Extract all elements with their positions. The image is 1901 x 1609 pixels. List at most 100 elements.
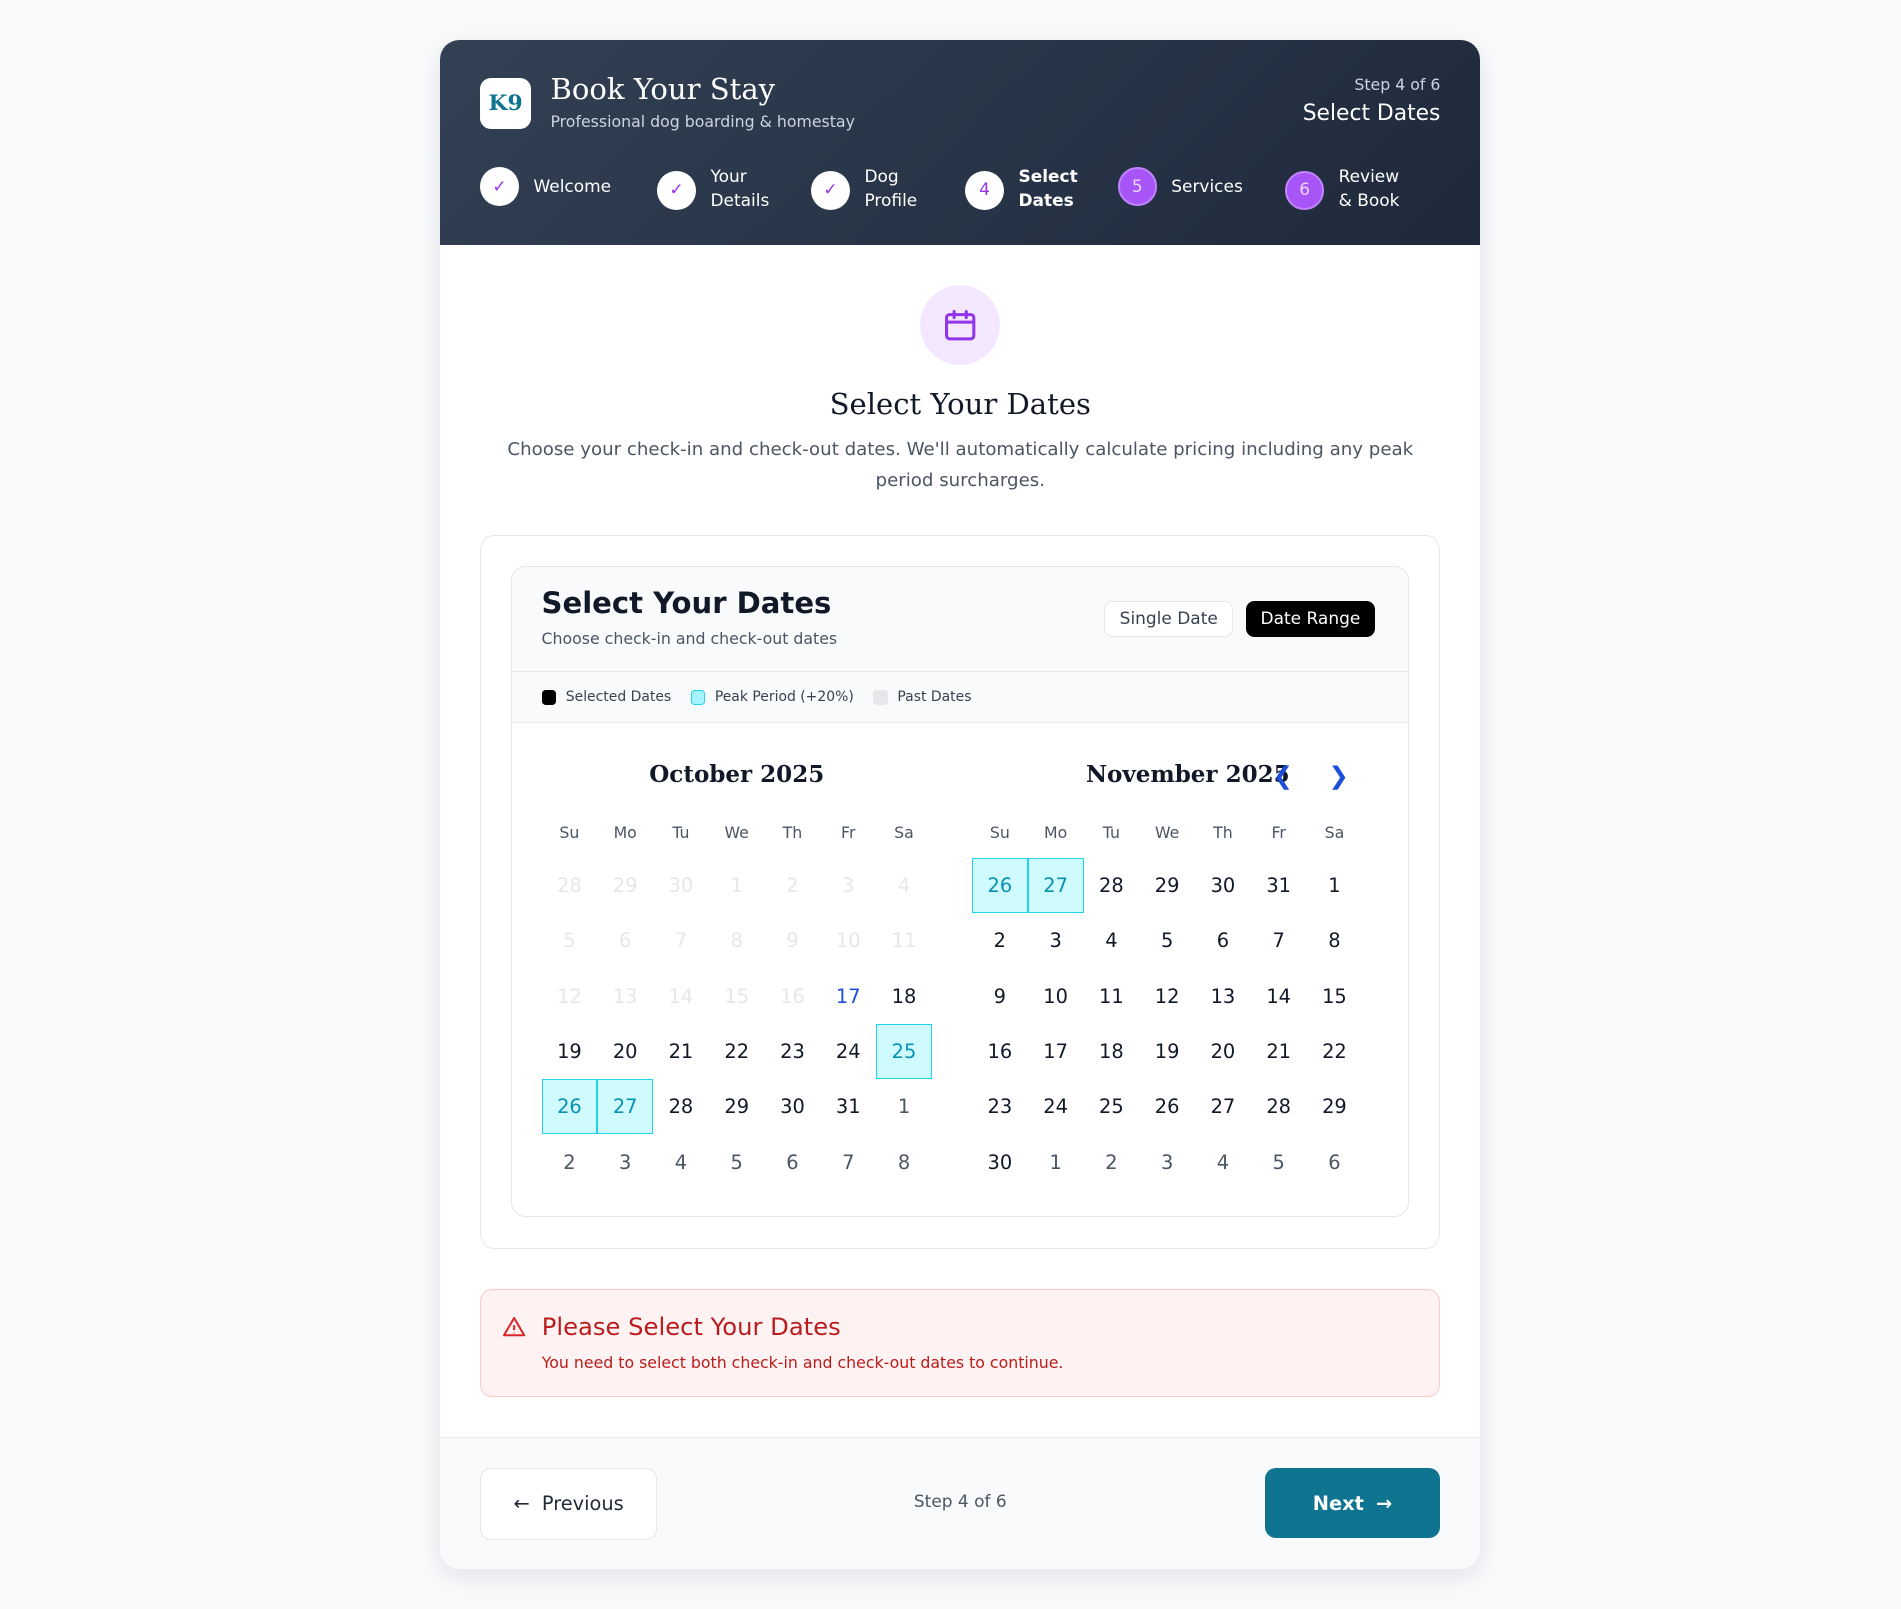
day-cell[interactable]: 24 xyxy=(820,1024,876,1079)
day-cell[interactable]: 11 xyxy=(1084,969,1140,1024)
day-cell[interactable]: 25 xyxy=(1084,1079,1140,1134)
step-name: Select Dates xyxy=(1302,100,1441,126)
picker-subtitle: Choose check-in and check-out dates xyxy=(541,628,838,648)
day-cell[interactable]: 21 xyxy=(1251,1024,1307,1079)
day-cell[interactable]: 26 xyxy=(971,857,1028,914)
chevron-right-icon[interactable]: ❯ xyxy=(1328,761,1348,790)
day-cell[interactable]: 6 xyxy=(1307,1134,1363,1189)
app-title: Book Your Stay xyxy=(550,71,776,106)
day-cell[interactable]: 4 xyxy=(653,1134,709,1189)
day-cell: 2 xyxy=(786,874,799,898)
day-cell[interactable]: 23 xyxy=(765,1024,821,1079)
picker-title: Select Your Dates xyxy=(541,586,832,621)
next-button[interactable]: Next → xyxy=(1264,1468,1441,1539)
weekday-label: Th xyxy=(1213,823,1233,843)
page-title: Select Your Dates xyxy=(829,386,1091,421)
day-cell[interactable]: 12 xyxy=(1139,969,1195,1024)
day-cell[interactable]: 15 xyxy=(1307,969,1363,1024)
day-cell[interactable]: 3 xyxy=(597,1134,653,1189)
day-cell[interactable]: 22 xyxy=(1307,1024,1363,1079)
month-title: October 2025 xyxy=(649,761,825,788)
weekday-label: Tu xyxy=(1102,823,1120,843)
day-cell[interactable]: 4 xyxy=(1195,1134,1251,1189)
stepper: ✓ Welcome ✓ Your Details ✓ Dog Profile 4 Select… xyxy=(480,167,1450,211)
day-cell[interactable]: 17 xyxy=(820,969,876,1024)
logo: K9 xyxy=(480,77,532,129)
day-cell[interactable]: 18 xyxy=(876,969,932,1024)
day-cell[interactable]: 14 xyxy=(1251,969,1307,1024)
day-cell[interactable]: 13 xyxy=(1195,969,1251,1024)
step-label: Review & Book xyxy=(1338,166,1400,212)
day-cell[interactable]: 1 xyxy=(1307,858,1363,913)
day-cell[interactable]: 4 xyxy=(1084,913,1140,968)
day-cell[interactable]: 19 xyxy=(1139,1024,1195,1079)
day-cell[interactable]: 28 xyxy=(1251,1079,1307,1134)
day-cell[interactable]: 17 xyxy=(1028,1024,1084,1079)
day-cell[interactable]: 5 xyxy=(709,1134,765,1189)
day-cell: 10 xyxy=(835,929,861,953)
day-cell[interactable]: 8 xyxy=(1307,913,1363,968)
day-cell: 6 xyxy=(619,929,632,953)
arrow-right-icon: → xyxy=(1376,1491,1393,1515)
day-cell[interactable]: 18 xyxy=(1084,1024,1140,1079)
day-cell[interactable]: 2 xyxy=(542,1134,598,1189)
day-cell[interactable]: 19 xyxy=(542,1024,598,1079)
day-cell[interactable]: 27 xyxy=(1195,1079,1251,1134)
day-cell[interactable]: 20 xyxy=(1195,1024,1251,1079)
date-picker-container: Select Your Dates Choose check-in and ch… xyxy=(480,534,1441,1249)
day-cell[interactable]: 26 xyxy=(541,1079,598,1135)
day-cell[interactable]: 27 xyxy=(597,1079,654,1135)
day-cell[interactable]: 2 xyxy=(1084,1134,1140,1189)
day-cell[interactable]: 1 xyxy=(876,1079,932,1134)
day-cell[interactable]: 29 xyxy=(1139,858,1195,913)
day-cell[interactable]: 27 xyxy=(1027,857,1084,914)
step-dog-profile: ✓ Dog Profile xyxy=(811,165,940,214)
day-cell[interactable]: 9 xyxy=(972,969,1028,1024)
day-cell[interactable]: 3 xyxy=(1139,1134,1195,1189)
day-cell[interactable]: 20 xyxy=(597,1024,653,1079)
day-cell[interactable]: 24 xyxy=(1028,1079,1084,1134)
warning-icon xyxy=(502,1317,525,1337)
day-cell[interactable]: 28 xyxy=(653,1079,709,1134)
day-cell[interactable]: 25 xyxy=(876,1023,932,1080)
page-description: Choose your check-in and check-out dates… xyxy=(507,439,1414,491)
app-subtitle: Professional dog boarding & homestay xyxy=(550,111,855,131)
day-cell[interactable]: 8 xyxy=(876,1134,932,1189)
day-cell[interactable]: 3 xyxy=(1028,913,1084,968)
day-cell[interactable]: 5 xyxy=(1139,913,1195,968)
day-cell[interactable]: 7 xyxy=(820,1134,876,1189)
day-cell[interactable]: 29 xyxy=(1307,1079,1363,1134)
legend-label: Selected Dates xyxy=(565,689,672,706)
day-cell[interactable]: 30 xyxy=(972,1134,1028,1189)
day-cell: 30 xyxy=(668,874,694,898)
day-cell[interactable]: 2 xyxy=(972,913,1028,968)
day-cell[interactable]: 31 xyxy=(820,1079,876,1134)
step-review-book: 6 Review & Book xyxy=(1285,165,1414,214)
date-range-button[interactable]: Date Range xyxy=(1246,600,1375,638)
day-cell[interactable]: 21 xyxy=(653,1024,709,1079)
day-cell[interactable]: 10 xyxy=(1028,969,1084,1024)
step-number: 6 xyxy=(1285,170,1325,210)
day-cell[interactable]: 22 xyxy=(709,1024,765,1079)
legend-label: Peak Period (+20%) xyxy=(714,689,854,706)
day-cell[interactable]: 30 xyxy=(1195,858,1251,913)
day-cell[interactable]: 1 xyxy=(1028,1134,1084,1189)
day-cell[interactable]: 31 xyxy=(1251,858,1307,913)
day-cell[interactable]: 7 xyxy=(1251,913,1307,968)
day-cell[interactable]: 29 xyxy=(709,1079,765,1134)
day-cell[interactable]: 6 xyxy=(1195,913,1251,968)
step-counter: Step 4 of 6 xyxy=(1354,75,1441,95)
single-date-button[interactable]: Single Date xyxy=(1104,600,1234,638)
day-cell[interactable]: 6 xyxy=(765,1134,821,1189)
weekday-label: Fr xyxy=(841,823,856,843)
chevron-left-icon[interactable]: ❮ xyxy=(1273,761,1293,790)
day-cell[interactable]: 28 xyxy=(1084,858,1140,913)
day-cell[interactable]: 23 xyxy=(972,1079,1028,1134)
day-cell: 15 xyxy=(724,984,750,1008)
step-label: Select Dates xyxy=(1018,166,1078,212)
day-cell[interactable]: 26 xyxy=(1139,1079,1195,1134)
day-cell[interactable]: 16 xyxy=(972,1024,1028,1079)
day-cell[interactable]: 30 xyxy=(765,1079,821,1134)
legend-swatch xyxy=(541,690,557,705)
day-cell[interactable]: 5 xyxy=(1251,1134,1307,1189)
